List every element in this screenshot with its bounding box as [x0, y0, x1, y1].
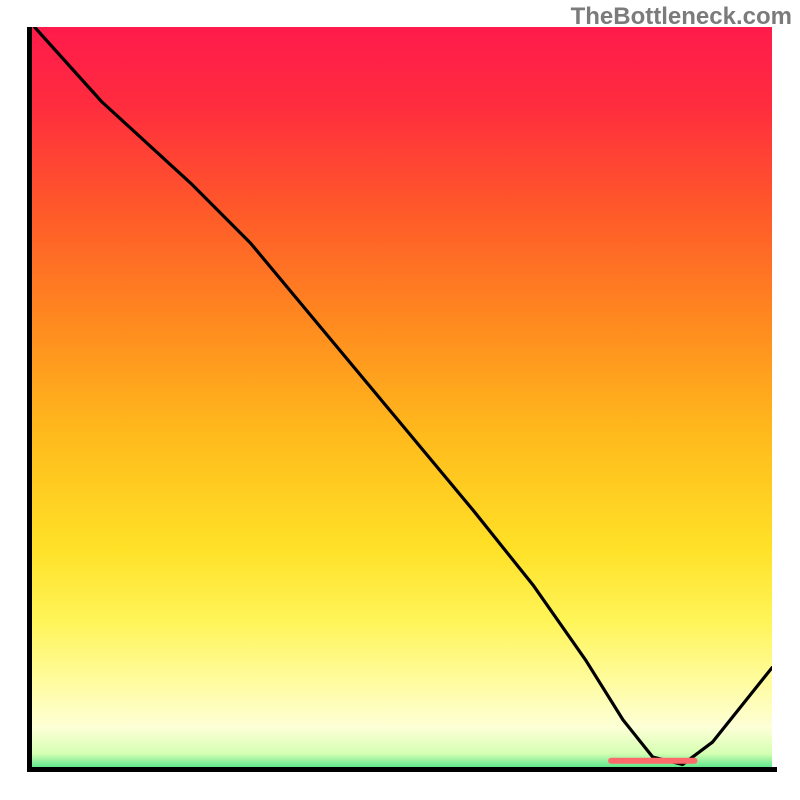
chart-plot-area	[27, 27, 772, 772]
x-axis	[27, 767, 777, 772]
gradient-background	[27, 27, 772, 772]
y-axis	[27, 27, 32, 772]
watermark-text: TheBottleneck.com	[571, 3, 792, 31]
optimal-zone-marker	[608, 758, 697, 764]
